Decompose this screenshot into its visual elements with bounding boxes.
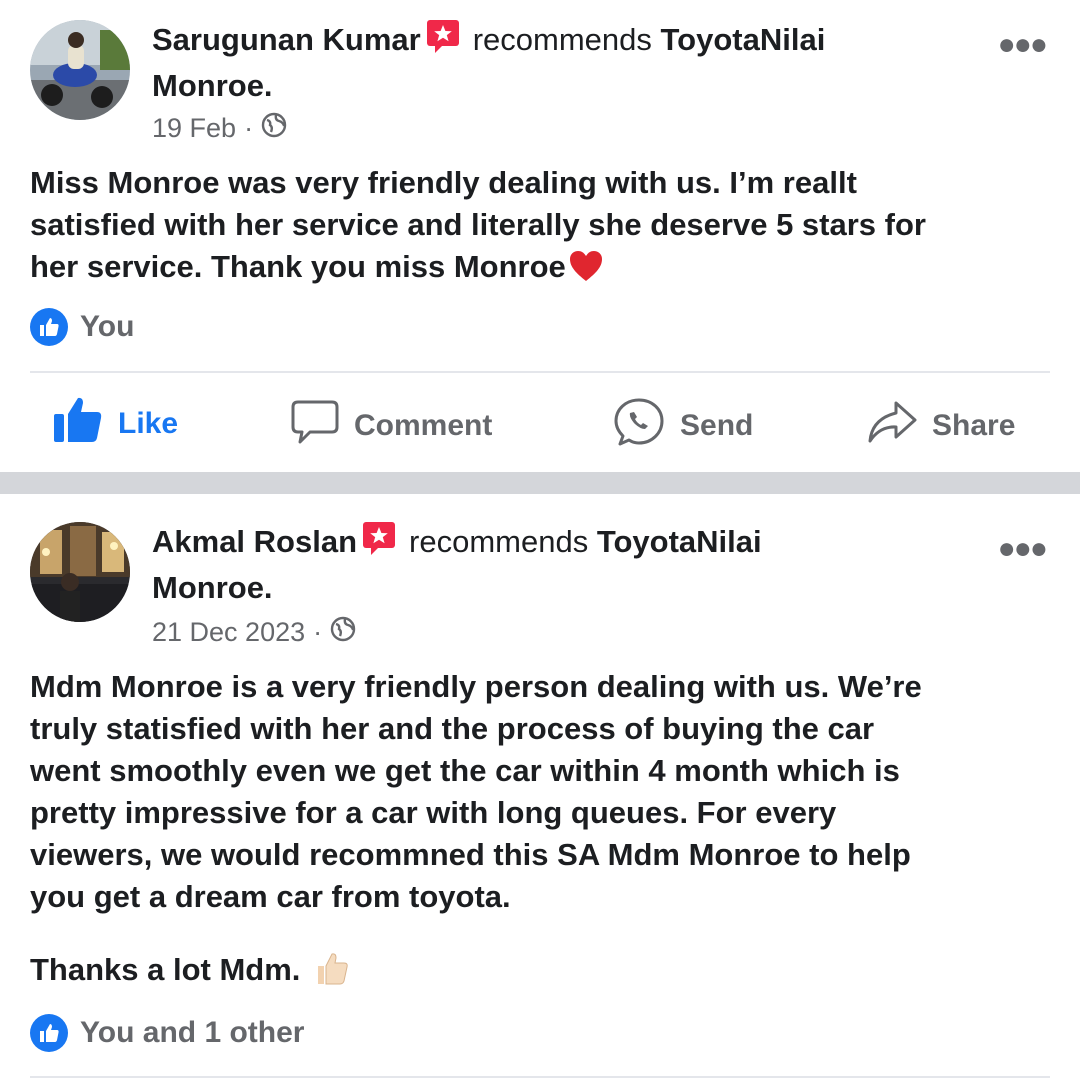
author-name[interactable]: Akmal Roslan bbox=[152, 524, 357, 559]
like-button[interactable]: Like bbox=[52, 394, 178, 454]
page-name[interactable]: ToyotaNilai bbox=[597, 524, 762, 559]
author-avatar[interactable] bbox=[30, 522, 130, 622]
post-body: Mdm Monroe is a very friendly person dea… bbox=[30, 666, 1050, 999]
reactions-summary[interactable]: You and 1 other bbox=[30, 1014, 304, 1052]
body-line: satisfied with her service and literally… bbox=[30, 207, 926, 242]
page-name-continued[interactable]: Monroe. bbox=[152, 568, 273, 608]
comment-label: Comment bbox=[354, 409, 493, 442]
post-body: Miss Monroe was very friendly dealing wi… bbox=[30, 162, 1050, 294]
body-line: you get a dream car from toyota. bbox=[30, 879, 511, 914]
body-line: pretty impressive for a car with long qu… bbox=[30, 795, 837, 830]
divider bbox=[30, 1076, 1050, 1078]
action-bar: Like Comment Send Share bbox=[0, 394, 1080, 454]
more-options-icon[interactable]: ●●● bbox=[998, 532, 1048, 566]
share-button[interactable]: Share bbox=[866, 399, 1015, 453]
post-card: Akmal Roslan recommends ToyotaNilai Monro… bbox=[0, 494, 1080, 1080]
page-name[interactable]: ToyotaNilai bbox=[661, 22, 826, 57]
recommend-badge-icon bbox=[425, 18, 461, 64]
comment-button[interactable]: Comment bbox=[290, 399, 492, 453]
more-options-icon[interactable]: ●●● bbox=[998, 28, 1048, 62]
divider bbox=[30, 371, 1050, 373]
red-heart-emoji bbox=[568, 249, 604, 294]
post-header: Sarugunan Kumar recommends ToyotaNilai bbox=[152, 18, 825, 64]
reactions-text: You and 1 other bbox=[80, 1016, 305, 1049]
like-reaction-icon bbox=[30, 1014, 68, 1052]
author-avatar[interactable] bbox=[30, 20, 130, 120]
body-line: went smoothly even we get the car within… bbox=[30, 753, 900, 788]
share-label: Share bbox=[932, 409, 1016, 442]
post-card: Sarugunan Kumar recommends ToyotaNilai Mo… bbox=[0, 0, 1080, 472]
recommends-verb: recommends bbox=[409, 524, 589, 559]
body-line: her service. Thank you miss Monroe bbox=[30, 249, 566, 284]
send-label: Send bbox=[680, 409, 754, 442]
post-header: Akmal Roslan recommends ToyotaNilai bbox=[152, 520, 762, 566]
recommends-verb: recommends bbox=[472, 22, 652, 57]
post-meta: 19 Feb · bbox=[152, 112, 287, 145]
send-icon bbox=[612, 397, 666, 455]
body-line: Thanks a lot Mdm. bbox=[30, 952, 301, 987]
body-line: viewers, we would recommned this SA Mdm … bbox=[30, 837, 911, 872]
reactions-summary[interactable]: You bbox=[30, 308, 134, 346]
like-label: Like bbox=[118, 407, 179, 440]
reactions-text: You bbox=[80, 310, 135, 343]
recommend-badge-icon bbox=[361, 520, 397, 566]
body-line: Mdm Monroe is a very friendly person dea… bbox=[30, 669, 922, 704]
globe-icon bbox=[261, 112, 287, 145]
share-icon bbox=[866, 399, 918, 453]
body-line: truly statisfied with her and the proces… bbox=[30, 711, 875, 746]
post-date[interactable]: 21 Dec 2023 bbox=[152, 617, 305, 648]
thumbs-up-emoji bbox=[310, 948, 350, 999]
comment-icon bbox=[290, 399, 340, 453]
post-date[interactable]: 19 Feb bbox=[152, 113, 236, 144]
like-reaction-icon bbox=[30, 308, 68, 346]
send-button[interactable]: Send bbox=[612, 397, 753, 455]
post-separator bbox=[0, 472, 1080, 494]
body-line: Miss Monroe was very friendly dealing wi… bbox=[30, 165, 857, 200]
author-name[interactable]: Sarugunan Kumar bbox=[152, 22, 421, 57]
like-icon bbox=[52, 394, 104, 454]
post-meta: 21 Dec 2023 · bbox=[152, 616, 356, 649]
page-name-continued[interactable]: Monroe. bbox=[152, 66, 273, 106]
globe-icon bbox=[330, 616, 356, 649]
